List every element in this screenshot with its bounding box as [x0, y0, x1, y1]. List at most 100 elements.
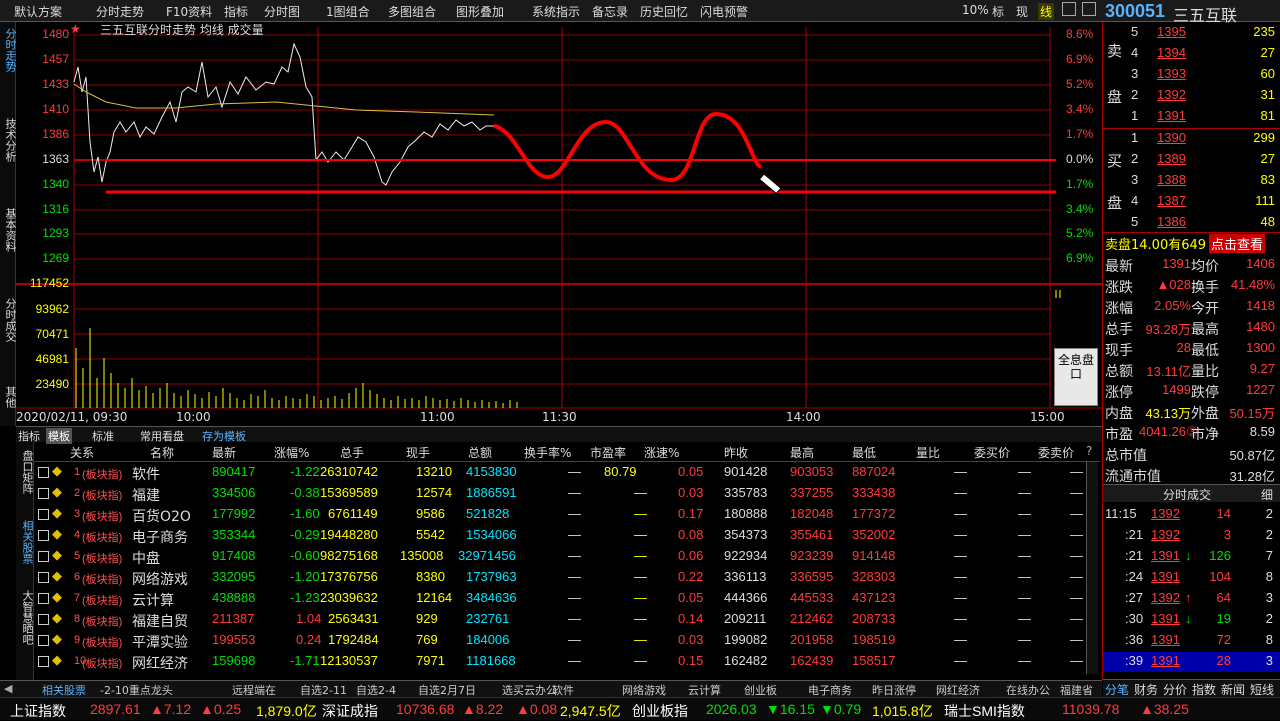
row-name[interactable]: 中盘 — [132, 548, 160, 568]
left-tab-basic[interactable]: 基本资料 — [0, 208, 17, 252]
menu-timechart[interactable]: 分时图 — [264, 3, 300, 20]
col-turnover[interactable]: 换手率% — [524, 444, 571, 461]
col-bid[interactable]: 委买价 — [974, 444, 1010, 461]
menu-f10[interactable]: F10资料 — [166, 3, 212, 20]
col-last[interactable]: 最新 — [212, 444, 236, 461]
row-name[interactable]: 云计算 — [132, 590, 174, 610]
nav-tab[interactable]: 福建省 — [1060, 682, 1093, 698]
table-row[interactable]: ◆ 3 (板块指) 百货O2O 177992 -1.60 6761149 9586 521828… — [34, 504, 1100, 525]
menu-10pct[interactable]: 10% — [962, 3, 989, 17]
nav-tab[interactable]: 云计算 — [688, 682, 721, 698]
menu-now[interactable]: 现 — [1016, 3, 1028, 20]
menu-indicator[interactable]: 指标 — [224, 3, 248, 20]
left-tab-timeshare[interactable]: 分时走势 — [0, 28, 17, 72]
nav-tab[interactable]: -2-10重点龙头 — [100, 682, 173, 698]
col-ask[interactable]: 委卖价 — [1038, 444, 1074, 461]
row-name[interactable]: 福建自贸 — [132, 611, 188, 631]
ticker-d-name[interactable]: 瑞士SMI指数 — [944, 701, 1025, 721]
ticker-b-name[interactable]: 深证成指 — [322, 701, 378, 721]
nav-tab[interactable]: 选买云办公 — [502, 682, 557, 698]
full-quote-button[interactable]: 全息盘口 — [1054, 348, 1098, 406]
ticker-c-name[interactable]: 创业板指 — [632, 701, 688, 721]
window-restore-icon[interactable] — [1062, 2, 1076, 16]
col-speed[interactable]: 涨速% — [644, 444, 679, 461]
col-pe[interactable]: 市盈率 — [590, 444, 626, 461]
left-tab-tech[interactable]: 技术分析 — [0, 118, 17, 162]
row-name[interactable]: 软件 — [132, 464, 160, 484]
nav-tab[interactable]: 自选2-11 — [300, 682, 347, 698]
bid-price[interactable]: 1390 — [1157, 130, 1186, 145]
right-tab[interactable]: 财务 — [1134, 681, 1158, 698]
side-tab-matrix[interactable]: 盘口矩阵 — [17, 450, 34, 494]
table-row[interactable]: ◆ 4 (板块指) 电子商务 353344 -0.29 19448280 5542 153406… — [34, 525, 1100, 546]
right-tab[interactable]: 新闻 — [1221, 681, 1245, 698]
ticker-a-name[interactable]: 上证指数 — [10, 701, 66, 721]
left-tab-other[interactable]: 其他 — [0, 386, 17, 408]
table-row[interactable]: ◆ 2 (板块指) 福建 334506 -0.38 15369589 12574 1886591… — [34, 483, 1100, 504]
side-tab-dzh[interactable]: 大智慧晒吧 — [17, 590, 34, 645]
menu-alert[interactable]: 闪电预警 — [700, 3, 748, 20]
menu-line[interactable]: 线 — [1038, 3, 1055, 20]
menu-overlay[interactable]: 图形叠加 — [456, 3, 504, 20]
menu-history[interactable]: 历史回忆 — [640, 3, 688, 20]
col-relation[interactable]: 关系 — [70, 444, 94, 461]
table-row[interactable]: ◆ 9 (板块指) 平潭实验 199553 0.24 1792484 769 184006 — — 0… — [34, 630, 1100, 651]
right-tab[interactable]: 指数 — [1192, 681, 1216, 698]
menu-timeshare[interactable]: 分时走势 — [96, 3, 144, 20]
row-checkbox[interactable] — [38, 530, 49, 541]
row-name[interactable]: 平潭实验 — [132, 632, 188, 652]
nav-tab[interactable]: 自选2月7日 — [418, 682, 476, 698]
nav-tab[interactable]: 创业板 — [744, 682, 777, 698]
right-tab[interactable]: 分价 — [1163, 681, 1187, 698]
ask-price[interactable]: 1393 — [1157, 66, 1186, 81]
nav-tab[interactable]: 网红经济 — [936, 682, 980, 698]
trades-fine[interactable]: 细 — [1261, 486, 1273, 503]
col-volratio[interactable]: 量比 — [916, 444, 940, 461]
nav-tab[interactable]: 在线办公 — [1006, 682, 1050, 698]
nav-tab[interactable]: 软件 — [552, 682, 574, 698]
col-chg[interactable]: 涨幅% — [274, 444, 309, 461]
row-checkbox[interactable] — [38, 509, 49, 520]
row-checkbox[interactable] — [38, 488, 49, 499]
nav-tab[interactable]: 远程端在 — [232, 682, 276, 698]
row-checkbox[interactable] — [38, 656, 49, 667]
row-name[interactable]: 电子商务 — [132, 527, 188, 547]
col-name[interactable]: 名称 — [150, 444, 174, 461]
left-tab-trades[interactable]: 分时成交 — [0, 298, 17, 342]
row-checkbox[interactable] — [38, 572, 49, 583]
ask-price[interactable]: 1394 — [1157, 45, 1186, 60]
side-tab-related[interactable]: 相关股票 — [17, 520, 34, 564]
col-cur[interactable]: 现手 — [406, 444, 430, 461]
nav-tab[interactable]: 自选2-4 — [356, 682, 396, 698]
row-name[interactable]: 网红经济 — [132, 653, 188, 673]
bid-price[interactable]: 1389 — [1157, 151, 1186, 166]
row-checkbox[interactable] — [38, 635, 49, 646]
menu-system[interactable]: 系统指示 — [532, 3, 580, 20]
window-max-icon[interactable] — [1082, 2, 1096, 16]
table-scrollbar[interactable] — [1086, 462, 1098, 674]
nav-scroll-left-icon[interactable]: ◀ — [4, 682, 12, 695]
row-checkbox[interactable] — [38, 614, 49, 625]
right-tab[interactable]: 分笔 — [1105, 681, 1129, 698]
table-row[interactable]: ◆ 5 (板块指) 中盘 917408 -0.60 98275168 135008 329714… — [34, 546, 1100, 567]
nav-tab[interactable]: 昨日涨停 — [872, 682, 916, 698]
menu-memo[interactable]: 备忘录 — [592, 3, 628, 20]
table-row[interactable]: ◆ 10 (板块指) 网红经济 159698 -1.71 12130537 7971 11816… — [34, 651, 1100, 672]
ask-price[interactable]: 1392 — [1157, 87, 1186, 102]
nav-tab[interactable]: 相关股票 — [42, 682, 86, 698]
timeshare-chart[interactable]: ★ 三五互联分时走势 均线 成交量 1480 1457 1433 1410 1386 13… — [16, 22, 1102, 426]
nav-tab[interactable]: 电子商务 — [808, 682, 852, 698]
row-checkbox[interactable] — [38, 593, 49, 604]
menu-mark[interactable]: 标 — [992, 3, 1004, 20]
menu-multicombo[interactable]: 多图组合 — [388, 3, 436, 20]
table-row[interactable]: ◆ 6 (板块指) 网络游戏 332095 -1.20 17376756 8380 173796… — [34, 567, 1100, 588]
row-name[interactable]: 百货O2O — [132, 506, 191, 526]
bid-price[interactable]: 1387 — [1157, 193, 1186, 208]
ask-price[interactable]: 1391 — [1157, 108, 1186, 123]
trades-title[interactable]: 分时成交 — [1163, 486, 1211, 503]
help-icon[interactable]: ? — [1086, 444, 1092, 458]
click-view-button[interactable]: 点击查看 — [1209, 234, 1266, 253]
table-row[interactable]: ◆ 7 (板块指) 云计算 438888 -1.23 23039632 12164 348463… — [34, 588, 1100, 609]
table-row[interactable]: ◆ 1 (板块指) 软件 890417 -1.22 26310742 13210 4153830… — [34, 462, 1100, 483]
col-amt[interactable]: 总额 — [468, 444, 492, 461]
